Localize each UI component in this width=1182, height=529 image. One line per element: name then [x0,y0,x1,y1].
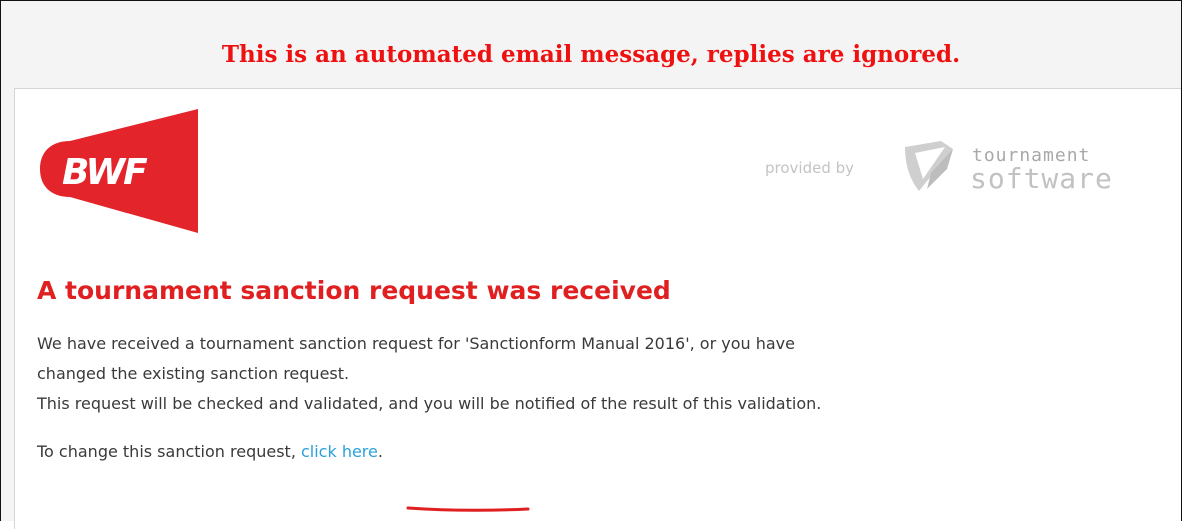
email-frame: This is an automated email message, repl… [0,0,1182,529]
paragraph-line-1: We have received a tournament sanction r… [37,334,795,353]
bwf-logo-text: BWF [62,152,148,193]
paragraph-line-3: This request will be checked and validat… [37,394,822,413]
brand-line-software: software [970,162,1113,195]
tournament-software-shield-icon [905,141,953,191]
click-here-link[interactable]: click here [301,442,378,461]
paragraph-line-2: changed the existing sanction request. [37,364,350,383]
change-request-line: To change this sanction request, click h… [37,437,821,467]
annotation-underline [406,506,530,512]
change-request-prefix: To change this sanction request, [37,442,301,461]
email-heading: A tournament sanction request was receiv… [37,276,671,305]
email-body-card: BWF provided by tournament software A to… [14,88,1181,529]
email-body-text: We have received a tournament sanction r… [37,329,821,467]
change-request-suffix: . [377,442,383,461]
automated-notice: This is an automated email message, repl… [221,41,961,68]
provided-by-label: provided by [765,159,855,177]
bwf-logo: BWF [40,109,198,233]
